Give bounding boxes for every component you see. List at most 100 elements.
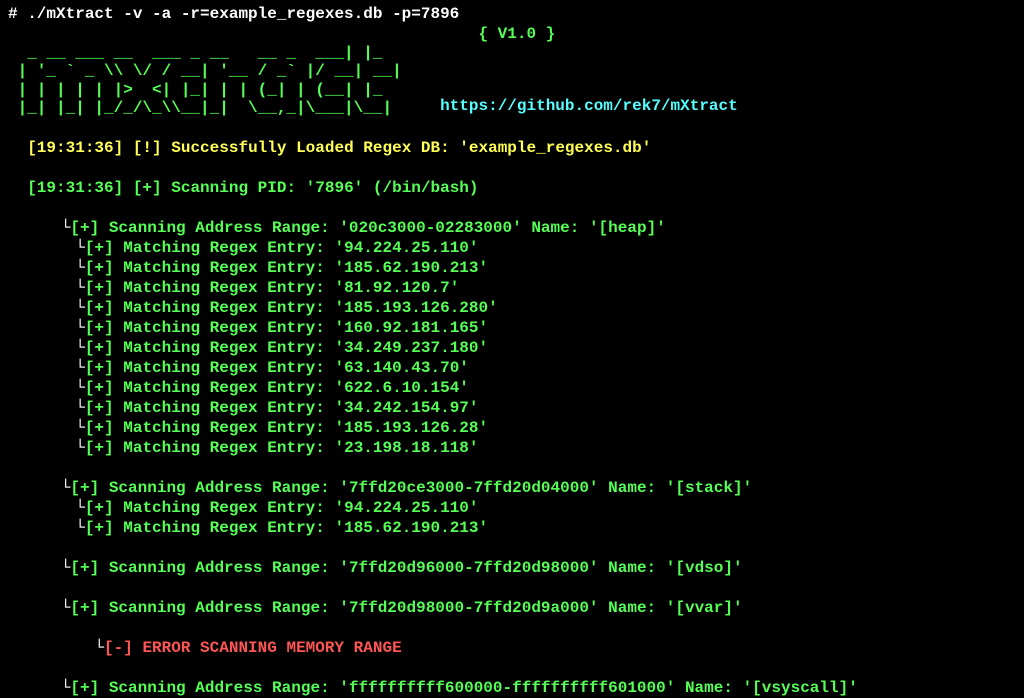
tree-icon: └ [75, 399, 85, 417]
timestamp: [19:31:36] [27, 179, 123, 197]
marker: [+] [85, 259, 114, 277]
scanning-pid-line: [19:31:36] [+] Scanning PID: '7896' (/bi… [8, 158, 1016, 198]
match-label: Matching Regex Entry: [123, 399, 325, 417]
match-label: Matching Regex Entry: [123, 319, 325, 337]
match-value: '34.249.237.180' [334, 339, 488, 357]
scan-range-line: └[+] Scanning Address Range: 'ffffffffff… [8, 658, 1016, 698]
match-line: └[+] Matching Regex Entry: '23.198.18.11… [8, 438, 1016, 458]
match-label: Matching Regex Entry: [123, 259, 325, 277]
tree-icon: └ [94, 639, 104, 657]
tree-icon: └ [75, 239, 85, 257]
marker: [+] [85, 299, 114, 317]
marker: [+] [70, 479, 99, 497]
match-label: Matching Regex Entry: [123, 379, 325, 397]
error-line: └[-] ERROR SCANNING MEMORY RANGE [8, 618, 1016, 658]
match-line: └[+] Matching Regex Entry: '63.140.43.70… [8, 358, 1016, 378]
name-label: Name: [531, 219, 579, 237]
marker: [+] [70, 679, 99, 697]
marker: [!] [133, 139, 162, 157]
match-line: └[+] Matching Regex Entry: '622.6.10.154… [8, 378, 1016, 398]
tree-icon: └ [61, 599, 71, 617]
scan-label: Scanning Address Range: [109, 599, 330, 617]
match-label: Matching Regex Entry: [123, 239, 325, 257]
tree-icon: └ [75, 279, 85, 297]
ascii-logo-block: _ __ ___ __ ___ _ __ __ _ ___| |_ | '_ `… [8, 44, 1016, 118]
command-line: # ./mXtract -v -a -r=example_regexes.db … [8, 4, 1016, 24]
scan-label: Scanning Address Range: [109, 559, 330, 577]
match-value: '34.242.154.97' [334, 399, 478, 417]
scan-name: '[vvar]' [666, 599, 743, 617]
ascii-logo: _ __ ___ __ ___ _ __ __ _ ___| |_ | '_ `… [8, 44, 402, 118]
error-text: ERROR SCANNING MEMORY RANGE [142, 639, 401, 657]
marker: [+] [85, 379, 114, 397]
match-label: Matching Regex Entry: [123, 279, 325, 297]
tree-icon: └ [75, 339, 85, 357]
match-value: '94.224.25.110' [334, 239, 478, 257]
marker: [+] [85, 499, 114, 517]
match-value: '185.62.190.213' [334, 519, 488, 537]
tree-icon: └ [75, 259, 85, 277]
marker: [+] [85, 359, 114, 377]
version-label: { V1.0 } [478, 24, 555, 44]
marker: [+] [85, 319, 114, 337]
name-label: Name: [608, 559, 656, 577]
scan-name: '[stack]' [666, 479, 752, 497]
scan-label: Scanning Address Range: [109, 679, 330, 697]
match-value: '185.193.126.280' [334, 299, 497, 317]
tree-icon: └ [75, 419, 85, 437]
tree-icon: └ [61, 679, 71, 697]
name-label: Name: [608, 599, 656, 617]
github-url: https://github.com/rek7/mXtract [402, 96, 738, 118]
scan-range: 'ffffffffff600000-ffffffffff601000' [339, 679, 675, 697]
match-line: └[+] Matching Regex Entry: '185.62.190.2… [8, 258, 1016, 278]
loaded-line: [19:31:36] [!] Successfully Loaded Regex… [8, 118, 1016, 158]
match-line: └[+] Matching Regex Entry: '34.242.154.9… [8, 398, 1016, 418]
marker: [+] [85, 439, 114, 457]
scan-range: '7ffd20ce3000-7ffd20d04000' [339, 479, 598, 497]
scan-range-line: └[+] Scanning Address Range: '7ffd20ce30… [8, 458, 1016, 498]
tree-icon: └ [61, 219, 71, 237]
marker: [+] [70, 599, 99, 617]
scan-name: '[vdso]' [666, 559, 743, 577]
match-value: '81.92.120.7' [334, 279, 459, 297]
match-value: '160.92.181.165' [334, 319, 488, 337]
match-value: '622.6.10.154' [334, 379, 468, 397]
match-label: Matching Regex Entry: [123, 499, 325, 517]
match-label: Matching Regex Entry: [123, 419, 325, 437]
marker: [+] [85, 419, 114, 437]
match-value: '63.140.43.70' [334, 359, 468, 377]
tree-icon: └ [75, 299, 85, 317]
scan-label: Scanning Address Range: [109, 219, 330, 237]
match-label: Matching Regex Entry: [123, 519, 325, 537]
marker: [+] [85, 519, 114, 537]
scan-range-line: └[+] Scanning Address Range: '020c3000-0… [8, 198, 1016, 238]
scan-range-line: └[+] Scanning Address Range: '7ffd20d960… [8, 538, 1016, 578]
match-label: Matching Regex Entry: [123, 359, 325, 377]
match-line: └[+] Matching Regex Entry: '81.92.120.7' [8, 278, 1016, 298]
match-value: '94.224.25.110' [334, 499, 478, 517]
tree-icon: └ [75, 319, 85, 337]
loaded-text: Successfully Loaded Regex DB: 'example_r… [171, 139, 651, 157]
match-line: └[+] Matching Regex Entry: '160.92.181.1… [8, 318, 1016, 338]
name-label: Name: [608, 479, 656, 497]
scan-label: Scanning Address Range: [109, 479, 330, 497]
tree-icon: └ [75, 359, 85, 377]
match-line: └[+] Matching Regex Entry: '34.249.237.1… [8, 338, 1016, 358]
match-line: └[+] Matching Regex Entry: '185.193.126.… [8, 418, 1016, 438]
match-value: '185.193.126.28' [334, 419, 488, 437]
marker: [+] [85, 239, 114, 257]
name-label: Name: [685, 679, 733, 697]
scan-range-line: └[+] Scanning Address Range: '7ffd20d980… [8, 578, 1016, 618]
match-label: Matching Regex Entry: [123, 439, 325, 457]
match-value: '23.198.18.118' [334, 439, 478, 457]
scan-name: '[heap]' [589, 219, 666, 237]
marker: [+] [70, 559, 99, 577]
marker: [+] [85, 279, 114, 297]
match-line: └[+] Matching Regex Entry: '185.62.190.2… [8, 518, 1016, 538]
tree-icon: └ [75, 499, 85, 517]
ascii-version-row: { V1.0 } [8, 24, 1016, 44]
tree-icon: └ [75, 519, 85, 537]
match-line: └[+] Matching Regex Entry: '94.224.25.11… [8, 238, 1016, 258]
marker: [+] [85, 339, 114, 357]
match-line: └[+] Matching Regex Entry: '185.193.126.… [8, 298, 1016, 318]
